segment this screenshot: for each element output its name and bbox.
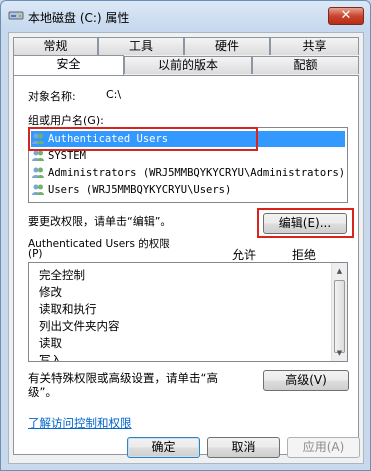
window-title: 本地磁盘 (C:) 属性 — [28, 11, 130, 25]
groups-label: 组或用户名(G): — [28, 114, 104, 127]
list-item-label: Authenticated Users — [48, 133, 169, 145]
list-item-authenticated-users[interactable]: Authenticated Users — [31, 131, 345, 147]
users-icon — [32, 133, 44, 144]
tab-hardware[interactable]: 硬件 — [184, 37, 270, 55]
permission-read-execute: 读取和执行 — [39, 302, 97, 316]
change-permissions-hint: 要更改权限，请单击“编辑”。 — [28, 215, 172, 228]
scroll-up-icon[interactable]: ▲ — [332, 263, 347, 279]
permission-read: 读取 — [39, 336, 62, 350]
permissions-list[interactable]: 完全控制 修改 读取和执行 列出文件夹内容 读取 写入 ▲ ▼ — [28, 262, 348, 362]
deny-column-header: 拒绝 — [292, 248, 317, 262]
scroll-thumb[interactable] — [334, 280, 345, 353]
list-item-label: Administrators (WRJ5MMBQYKYCRYU\Administ… — [48, 167, 346, 179]
permission-modify: 修改 — [39, 285, 62, 299]
dialog-client: 常规 工具 硬件 共享 安全 以前的版本 配额 对象名称: C:\ 组或用户名(… — [8, 32, 364, 464]
users-icon — [32, 150, 44, 161]
scroll-down-icon[interactable]: ▼ — [332, 345, 347, 361]
list-item-label: SYSTEM — [48, 150, 86, 162]
users-icon — [32, 184, 44, 195]
properties-window: 本地磁盘 (C:) 属性 ✕ 常规 工具 硬件 共享 安全 以前的版本 配额 对… — [0, 0, 371, 471]
list-item-label: Users (WRJ5MMBQYKYCRYU\Users) — [48, 184, 232, 196]
users-icon — [32, 167, 44, 178]
tab-quota[interactable]: 配额 — [252, 56, 359, 74]
access-control-help-link[interactable]: 了解访问控制和权限 — [28, 415, 132, 431]
object-name-label: 对象名称: — [28, 90, 76, 103]
groups-list[interactable]: Authenticated Users SYSTEM Administrator… — [28, 127, 348, 203]
edit-button[interactable]: 编辑(E)... — [263, 213, 347, 234]
list-item-system[interactable]: SYSTEM — [31, 148, 86, 164]
drive-icon — [8, 11, 24, 20]
list-item-administrators[interactable]: Administrators (WRJ5MMBQYKYCRYU\Administ… — [31, 165, 345, 181]
tab-previous-versions[interactable]: 以前的版本 — [124, 56, 252, 74]
advanced-hint-cont: 级”。 — [28, 385, 57, 399]
permission-full-control: 完全控制 — [39, 268, 85, 282]
list-item-users[interactable]: Users (WRJ5MMBQYKYCRYU\Users) — [31, 182, 231, 198]
security-panel: 对象名称: C:\ 组或用户名(G): Authenticated Users … — [13, 75, 359, 455]
allow-column-header: 允许 — [232, 248, 257, 262]
tab-security[interactable]: 安全 — [13, 55, 124, 75]
permission-list-folder: 列出文件夹内容 — [39, 319, 120, 333]
advanced-button[interactable]: 高级(V) — [263, 370, 349, 391]
apply-button[interactable]: 应用(A) — [287, 437, 360, 458]
close-button[interactable]: ✕ — [328, 7, 364, 25]
permissions-label-shortcut: (P) — [28, 248, 43, 260]
cancel-button[interactable]: 取消 — [207, 437, 280, 458]
permissions-scrollbar[interactable]: ▲ ▼ — [331, 263, 347, 361]
tab-tools[interactable]: 工具 — [98, 37, 184, 55]
ok-button[interactable]: 确定 — [127, 437, 200, 458]
permission-write: 写入 — [39, 353, 62, 362]
tab-general[interactable]: 常规 — [13, 37, 98, 55]
tab-sharing[interactable]: 共享 — [270, 37, 359, 55]
object-name-value: C:\ — [106, 88, 122, 101]
permissions-label: Authenticated Users 的权限 — [28, 238, 170, 250]
title-bar[interactable]: 本地磁盘 (C:) 属性 ✕ — [1, 1, 370, 31]
